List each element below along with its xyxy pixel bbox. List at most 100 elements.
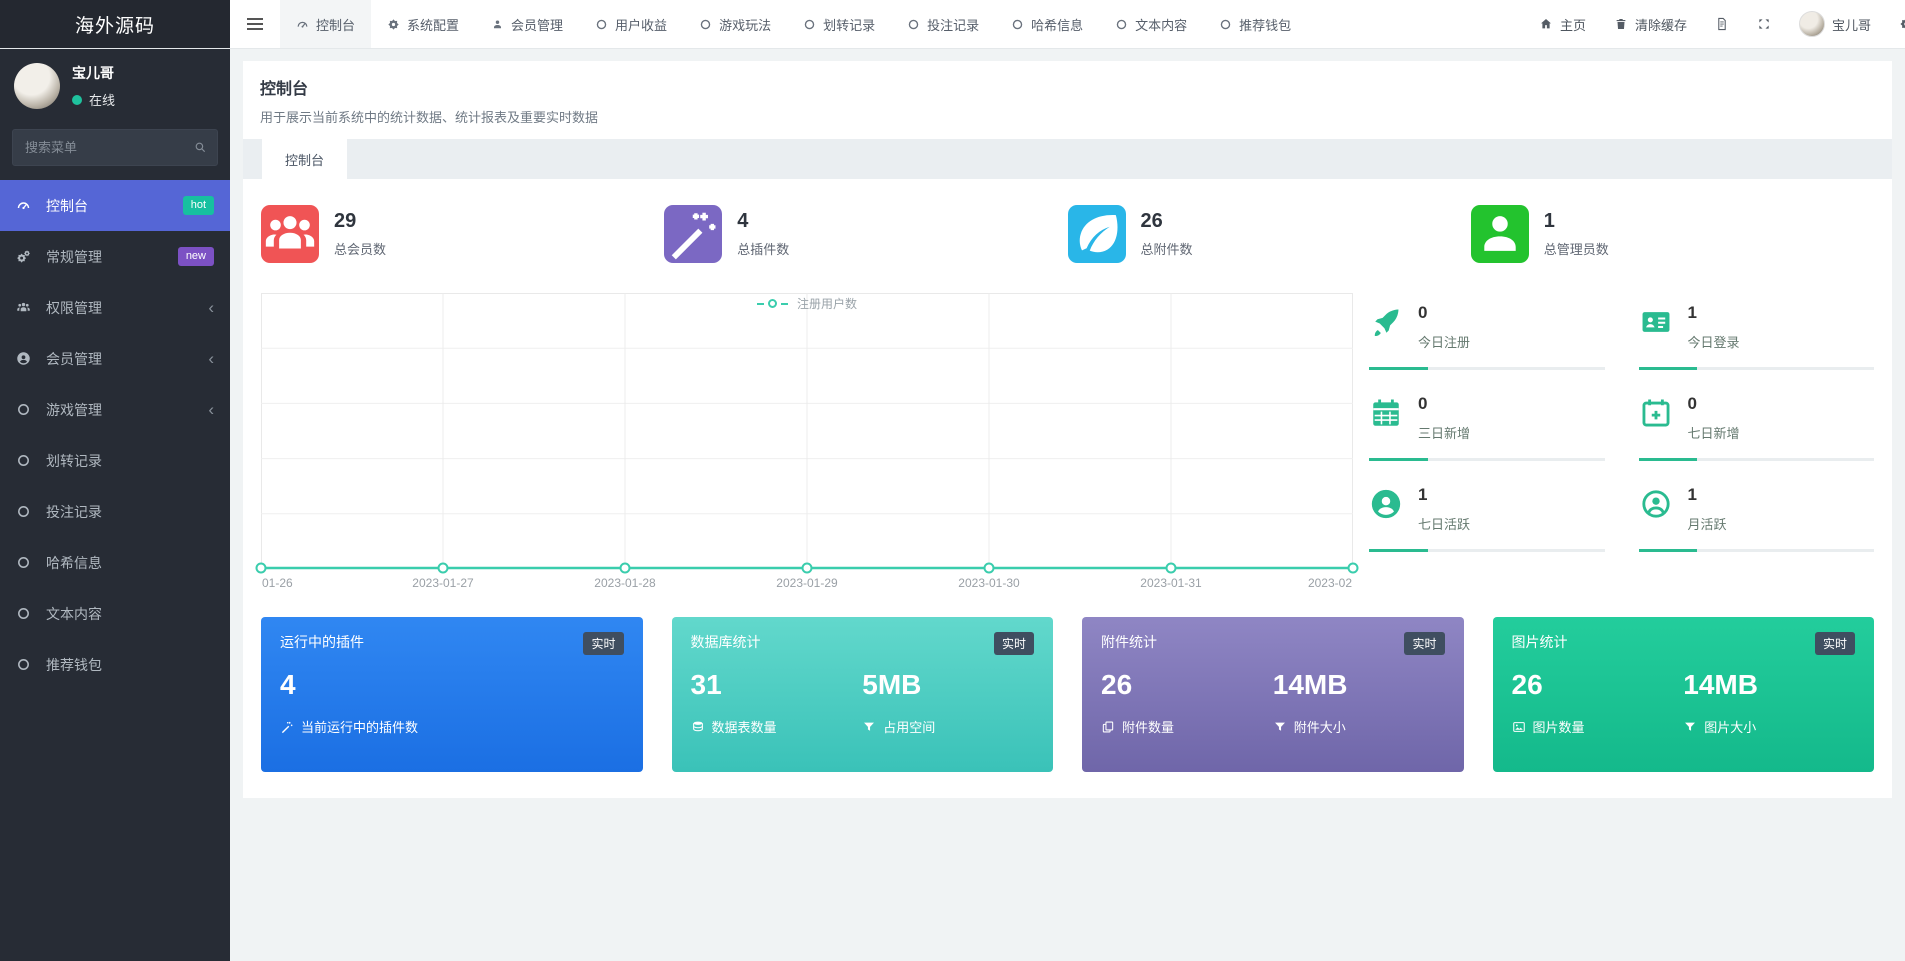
realtime-badge: 实时 xyxy=(1404,632,1445,655)
card-title: 图片统计 xyxy=(1511,634,1568,650)
topnav-tab-4[interactable]: 用户收益 xyxy=(579,0,683,48)
sidebar-item-7[interactable]: 投注记录 xyxy=(0,486,230,537)
sidebar-item-5[interactable]: 游戏管理 ‹ xyxy=(0,384,230,435)
stats-row: 29 总会员数 4 总插件数 26 总附件数 1 总管理员数 xyxy=(261,205,1874,263)
chart-point xyxy=(801,562,813,574)
gear-icon xyxy=(1899,17,1905,31)
x-axis-tick-label: 2023-01-31 xyxy=(1140,576,1202,590)
idcard-icon xyxy=(1639,305,1673,339)
online-status-label: 在线 xyxy=(89,93,116,108)
home-link[interactable]: 主页 xyxy=(1525,0,1600,49)
topnav-tab-3[interactable]: 会员管理 xyxy=(475,0,579,48)
x-axis-tick-label: 2023-02 xyxy=(1308,576,1352,590)
sidebar-item-3[interactable]: 权限管理 ‹ xyxy=(0,282,230,333)
sidebar-item-10[interactable]: 推荐钱包 xyxy=(0,639,230,690)
avatar[interactable] xyxy=(14,63,60,109)
realtime-card-1[interactable]: 运行中的插件 实时 4 当前运行中的插件数 xyxy=(261,617,643,772)
card-metric: 4 当前运行中的插件数 xyxy=(280,669,452,736)
quick-stat-label: 月活跃 xyxy=(1687,517,1727,532)
sidebar-item-9[interactable]: 文本内容 xyxy=(0,588,230,639)
sidebar-item-label: 权限管理 xyxy=(46,299,102,316)
topnav-tab-8[interactable]: 哈希信息 xyxy=(995,0,1099,48)
sidebar-item-8[interactable]: 哈希信息 xyxy=(0,537,230,588)
realtime-card-3[interactable]: 附件统计 实时 26 附件数量 14MB 附件大小 xyxy=(1082,617,1464,772)
home-icon xyxy=(1539,17,1553,31)
trash-icon xyxy=(1614,17,1628,31)
quick-stat-5: 1 七日活跃 xyxy=(1369,485,1605,552)
sidebar-toggle-button[interactable] xyxy=(230,0,280,48)
fullscreen-button[interactable] xyxy=(1743,0,1785,49)
chart-legend[interactable]: 注册用户数 xyxy=(261,295,1353,312)
content-tabstrip: 控制台 xyxy=(243,139,1892,179)
chart-point xyxy=(437,562,449,574)
chart-registered-users: 注册用户数 01-26 2023-01-27 2023-01-28 2023-01-2… xyxy=(255,293,1359,595)
topnav-tab-10[interactable]: 推荐钱包 xyxy=(1203,0,1307,48)
tab-dashboard[interactable]: 控制台 xyxy=(262,139,348,179)
sidebar-item-1[interactable]: 控制台 hot xyxy=(0,180,230,231)
sidebar-user-panel: 宝儿哥 在线 xyxy=(0,49,230,119)
card-metric-label: 附件大小 xyxy=(1293,720,1346,735)
sidebar-item-label: 划转记录 xyxy=(46,452,102,469)
topnav-tab-label: 推荐钱包 xyxy=(1239,17,1292,33)
card-metric-value: 4 xyxy=(280,669,296,700)
card-metric-value: 14MB xyxy=(1683,669,1758,700)
quick-stats: 0 今日注册 1 今日登录 0 三日新增 0 七日新增 1 七日活跃 1 月活跃 xyxy=(1369,293,1874,595)
sidebar-item-label: 会员管理 xyxy=(46,350,102,367)
sidebar-search xyxy=(12,129,218,166)
quick-stat-value: 0 xyxy=(1418,303,1428,322)
search-icon[interactable] xyxy=(193,140,207,154)
quick-stat-value: 0 xyxy=(1687,394,1697,413)
stat-value: 4 xyxy=(737,210,749,232)
topnav-tabs: 控制台 系统配置 会员管理 用户收益 游戏玩法 划转记录 投注记录 哈希信息 文本内容 推荐钱包 xyxy=(280,0,1307,48)
topnav-tab-label: 划转记录 xyxy=(823,17,876,33)
top-navbar: 海外源码 控制台 系统配置 会员管理 用户收益 游戏玩法 划转记录 投注记录 哈希信息 文本内容… xyxy=(0,0,1905,49)
quick-stat-label: 今日注册 xyxy=(1418,335,1471,350)
topnav-tab-2[interactable]: 系统配置 xyxy=(371,0,475,48)
sidebar-item-label: 推荐钱包 xyxy=(46,656,102,673)
user-menu[interactable]: 宝儿哥 xyxy=(1785,0,1885,49)
stat-card-3: 26 总附件数 xyxy=(1067,205,1471,263)
quick-stat-progress xyxy=(1369,367,1605,370)
circle-icon xyxy=(1011,18,1024,31)
page-header: 控制台 用于展示当前系统中的统计数据、统计报表及重要实时数据 xyxy=(243,61,1892,139)
topnav-tab-1[interactable]: 控制台 xyxy=(280,0,372,48)
online-status-dot xyxy=(72,94,82,105)
card-metric-label: 附件数量 xyxy=(1122,720,1175,735)
card-metric-label: 数据表数量 xyxy=(711,720,777,735)
realtime-card-2[interactable]: 数据库统计 实时 31 数据表数量 5MB 占用空间 xyxy=(671,617,1053,772)
realtime-card-4[interactable]: 图片统计 实时 26 图片数量 14MB 图片大小 xyxy=(1492,617,1874,772)
quick-stat-progress xyxy=(1638,458,1874,461)
sidebar-item-label: 投注记录 xyxy=(46,503,102,520)
sidebar-item-4[interactable]: 会员管理 ‹ xyxy=(0,333,230,384)
quick-stat-label: 今日登录 xyxy=(1687,335,1740,350)
card-metric-value: 14MB xyxy=(1272,669,1348,700)
main-content: 控制台 用于展示当前系统中的统计数据、统计报表及重要实时数据 控制台 29 总会员… xyxy=(230,49,1905,961)
wand-icon xyxy=(280,720,294,734)
circle-icon xyxy=(1115,18,1128,31)
quick-stat-progress xyxy=(1638,549,1874,552)
user-icon xyxy=(1470,205,1529,263)
topnav-tab-7[interactable]: 投注记录 xyxy=(891,0,995,48)
wand-icon xyxy=(664,205,723,263)
quick-stat-value: 1 xyxy=(1687,485,1697,504)
circle-icon xyxy=(16,555,33,570)
search-input[interactable] xyxy=(12,129,218,166)
username-label: 宝儿哥 xyxy=(1831,17,1871,33)
topnav-tab-5[interactable]: 游戏玩法 xyxy=(683,0,787,48)
x-axis-tick-label: 01-26 xyxy=(262,576,293,590)
clear-cache-button[interactable]: 清除缓存 xyxy=(1600,0,1701,49)
circle-icon xyxy=(16,606,33,621)
realtime-badge: 实时 xyxy=(583,632,624,655)
gears-icon xyxy=(16,249,33,264)
sidebar-item-6[interactable]: 划转记录 xyxy=(0,435,230,486)
sidebar-item-2[interactable]: 常规管理 new xyxy=(0,231,230,282)
quick-stat-label: 七日新增 xyxy=(1687,426,1740,441)
topnav-tab-6[interactable]: 划转记录 xyxy=(787,0,891,48)
stat-card-2: 4 总插件数 xyxy=(664,205,1067,263)
dashboard-panel: 29 总会员数 4 总插件数 26 总附件数 1 总管理员数 注册用户数 01-26 2023-… xyxy=(243,179,1892,798)
docs-button[interactable] xyxy=(1701,0,1743,49)
topnav-tab-9[interactable]: 文本内容 xyxy=(1099,0,1203,48)
stat-card-1: 29 总会员数 xyxy=(261,205,664,263)
stat-value: 1 xyxy=(1543,210,1555,232)
settings-button[interactable] xyxy=(1885,0,1905,49)
